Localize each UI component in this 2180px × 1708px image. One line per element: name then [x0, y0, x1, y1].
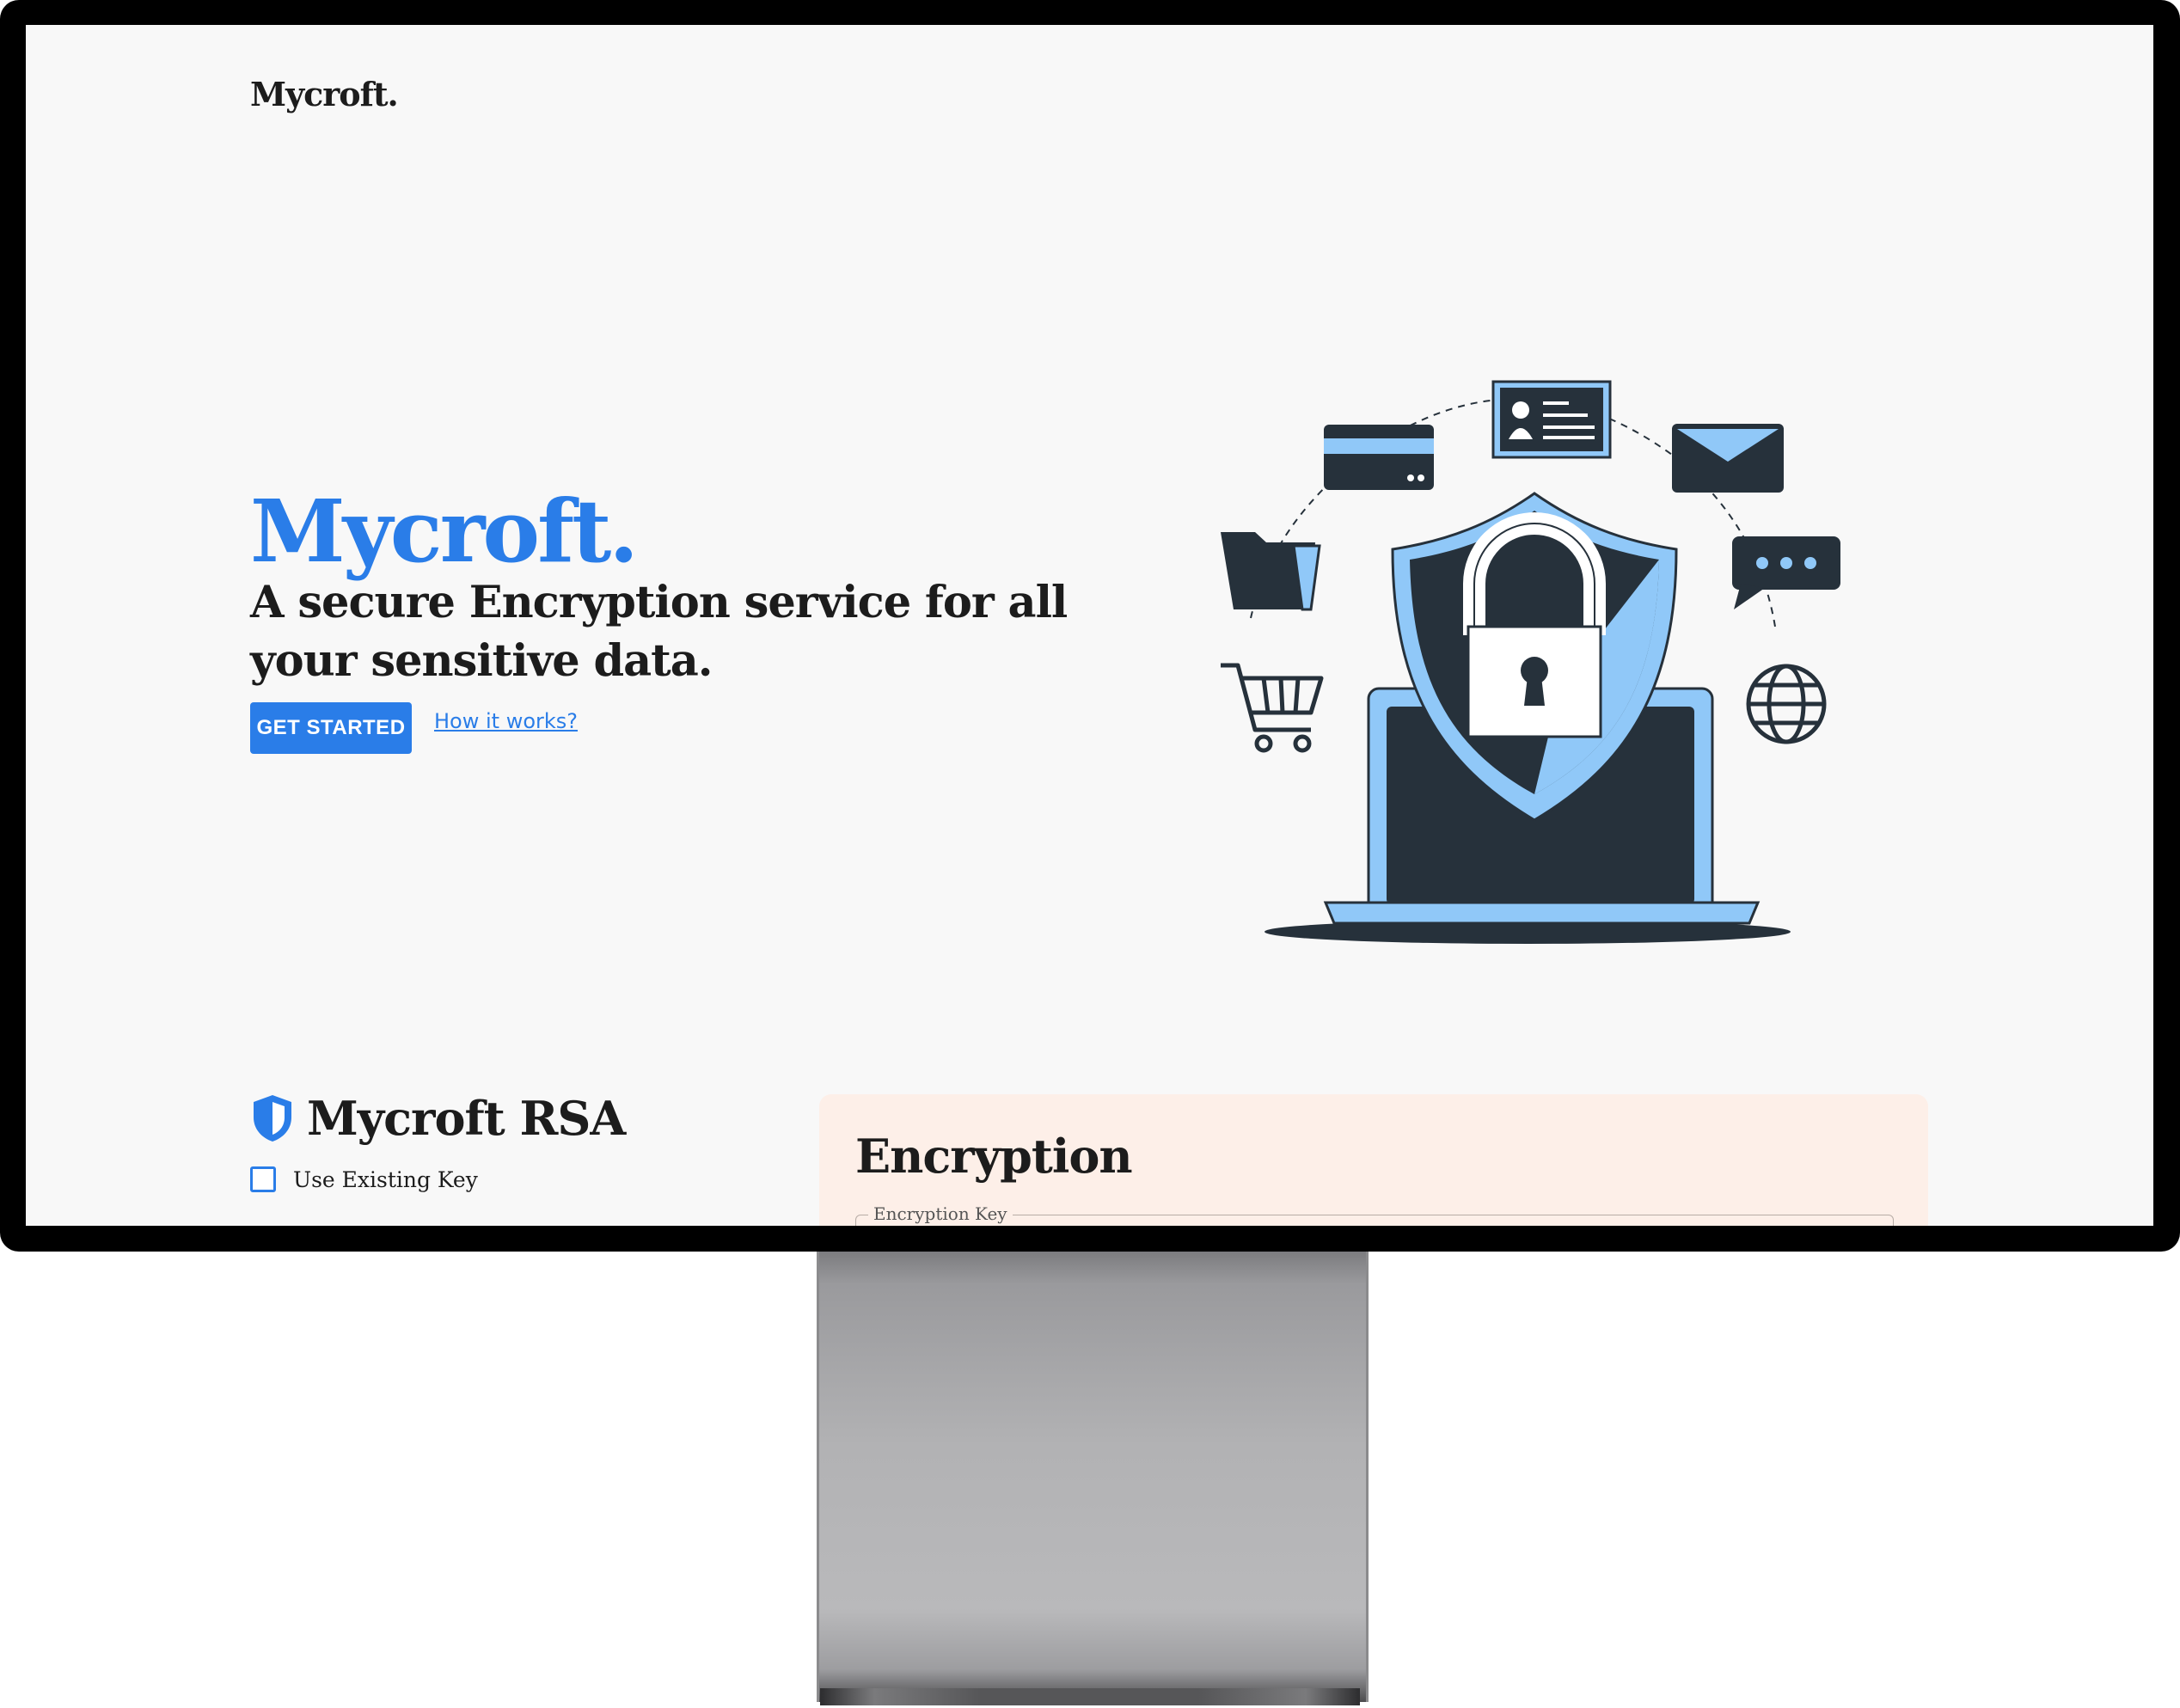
screen: Mycroft. Mycroft. A secure Encryption se…	[26, 25, 2153, 1226]
monitor-bezel: Mycroft. Mycroft. A secure Encryption se…	[0, 0, 2180, 1252]
rsa-header: Mycroft RSA	[250, 1091, 626, 1146]
globe-icon	[1746, 664, 1827, 744]
use-existing-key-row[interactable]: Use Existing Key	[250, 1166, 478, 1192]
how-it-works-link[interactable]: How it works?	[434, 709, 578, 733]
cart-icon	[1221, 663, 1324, 753]
use-existing-key-checkbox[interactable]	[250, 1166, 276, 1192]
security-illustration	[1221, 380, 1840, 944]
chat-icon	[1732, 536, 1840, 609]
use-existing-key-label[interactable]: Use Existing Key	[293, 1167, 478, 1192]
encryption-card: Encryption Encryption Key	[819, 1094, 1928, 1226]
mail-icon	[1672, 424, 1784, 493]
encryption-title: Encryption	[855, 1129, 1133, 1184]
brand-logo[interactable]: Mycroft.	[250, 75, 399, 113]
encryption-key-field[interactable]: Encryption Key	[855, 1203, 1894, 1226]
id-card-icon	[1491, 380, 1612, 459]
shield-icon	[254, 1095, 291, 1142]
folder-icon	[1221, 532, 1321, 611]
rsa-title: Mycroft RSA	[307, 1091, 626, 1146]
monitor-stand	[817, 1238, 1369, 1702]
credit-card-icon	[1324, 425, 1434, 490]
hero-title: Mycroft.	[250, 481, 639, 582]
hero-subtitle: A secure Encryption service for all your…	[250, 577, 1068, 687]
get-started-button[interactable]: GET STARTED	[250, 702, 412, 754]
monitor-stand-foot	[820, 1688, 1360, 1705]
encryption-key-label: Encryption Key	[868, 1203, 1013, 1224]
